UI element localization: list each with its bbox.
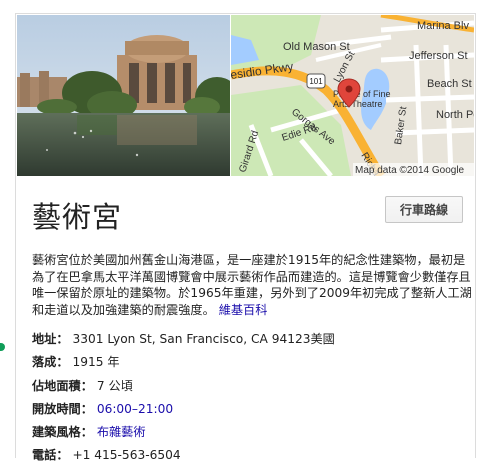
highway-shield-label: 101 (309, 77, 323, 86)
palace-photo[interactable] (17, 15, 230, 176)
fact-area: 佔地面積： 7 公頃 (32, 375, 472, 398)
fact-label: 落成： (32, 355, 69, 370)
map-label-jefferson: Jefferson St (409, 50, 468, 62)
map-label-north-point: North Point (436, 109, 474, 121)
fact-label: 地址： (32, 332, 69, 346)
map-attribution: Map data ©2014 Google (355, 165, 465, 176)
fact-opened: 落成： 1915 年 (32, 351, 472, 374)
fact-style: 建築風格： 布雜藝術 (32, 421, 472, 444)
description: 藝術宮位於美國加州舊金山海港區，是一座建於1915年的紀念性建築物，最初是為了在… (32, 252, 472, 318)
wikipedia-link[interactable]: 維基百科 (219, 303, 268, 317)
fact-address: 地址： 3301 Lyon St, San Francisco, CA 9412… (32, 328, 472, 351)
map-label-marina: Marina Blv (417, 20, 469, 32)
fact-phone: 電話： +1 415-563-6504 (32, 444, 472, 467)
fact-value: 7 公頃 (96, 378, 133, 393)
fact-hours: 開放時間： 06:00–21:00 (32, 398, 472, 421)
map-label-old-mason: Old Mason St (283, 41, 350, 53)
fact-label: 建築風格： (32, 425, 93, 440)
location-map[interactable]: 101 Marina Blv Old Mason St Jefferson St… (231, 15, 474, 176)
place-title: 藝術宮 (32, 200, 123, 234)
fact-label: 電話： (32, 448, 69, 463)
map-label-beach: Beach St (427, 78, 472, 90)
hours-link[interactable]: 06:00–21:00 (97, 402, 173, 416)
side-indicator (0, 343, 5, 351)
fact-value: 3301 Lyon St, San Francisco, CA 94123美國 (72, 332, 335, 346)
facts-list: 地址： 3301 Lyon St, San Francisco, CA 9412… (32, 328, 472, 468)
directions-button[interactable]: 行車路線 (385, 196, 463, 223)
fact-value: +1 415-563-6504 (72, 448, 181, 463)
fact-value: 1915 年 (72, 355, 120, 370)
fact-label: 開放時間： (32, 401, 93, 416)
style-link[interactable]: 布雜藝術 (97, 425, 146, 439)
knowledge-panel: 101 Marina Blv Old Mason St Jefferson St… (15, 13, 476, 462)
fact-label: 佔地面積： (32, 378, 93, 393)
